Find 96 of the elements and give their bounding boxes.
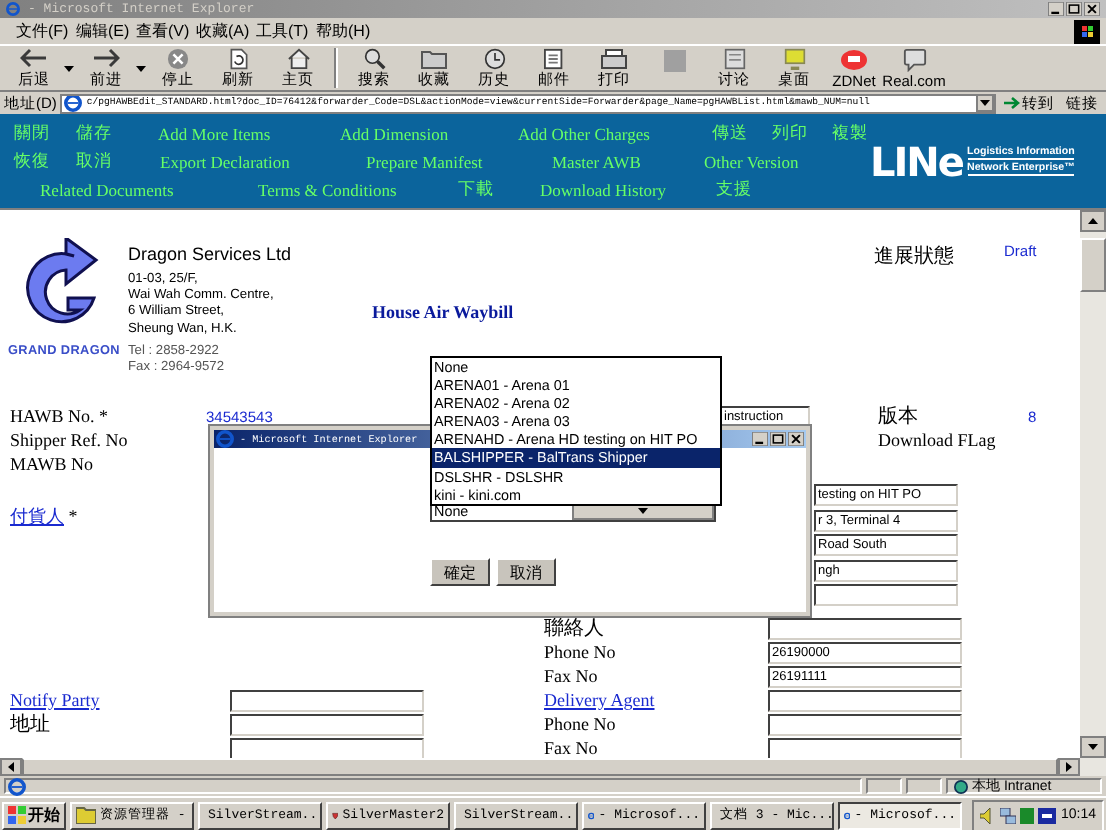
- folder-icon: [76, 806, 96, 824]
- field-label: Phone No: [544, 642, 616, 662]
- input-field[interactable]: [814, 584, 958, 606]
- start-button[interactable]: 开始: [2, 801, 66, 829]
- nav-link[interactable]: Add Dimension: [340, 124, 449, 144]
- scroll-up-icon[interactable]: [1088, 218, 1098, 224]
- network-icon[interactable]: [1000, 807, 1017, 823]
- nav-link[interactable]: 下載: [458, 178, 494, 198]
- keyboard-icon[interactable]: [1038, 807, 1057, 823]
- page-icon: [64, 95, 83, 111]
- discussion-icon: [721, 47, 747, 69]
- minimize-icon[interactable]: [752, 432, 768, 446]
- browser-icon: [6, 2, 20, 16]
- dropdown-arrow-icon[interactable]: [980, 100, 990, 106]
- input-field[interactable]: [768, 689, 962, 711]
- menu-item[interactable]: 文件(F): [16, 20, 76, 42]
- square-icon[interactable]: [1020, 807, 1035, 823]
- search-icon: [361, 47, 387, 69]
- input-field[interactable]: [768, 737, 962, 758]
- input-field[interactable]: [230, 737, 424, 758]
- page-icon: [8, 777, 26, 795]
- dropdown-arrow-icon[interactable]: [638, 508, 648, 514]
- document-title: House Air Waybill: [372, 302, 514, 322]
- menu-item[interactable]: 工具(T): [256, 20, 316, 42]
- version-label: 版本: [878, 406, 918, 428]
- field-label: Fax No: [544, 666, 598, 686]
- menu-item[interactable]: 收藏(A): [196, 20, 256, 42]
- scroll-thumb[interactable]: [1080, 238, 1106, 292]
- status-panel: [866, 778, 902, 794]
- menu-item[interactable]: 帮助(H): [316, 20, 376, 42]
- nav-link[interactable]: Prepare Manifest: [366, 152, 483, 172]
- dialog-button[interactable]: 取消: [496, 558, 556, 586]
- nav-link[interactable]: 取消: [76, 150, 112, 170]
- nav-link[interactable]: Terms & Conditions: [258, 180, 397, 200]
- nav-link[interactable]: 複製: [832, 122, 868, 142]
- status-panel: [906, 778, 942, 794]
- company-name: Dragon Services Ltd: [128, 244, 294, 264]
- arrow-icon: [1004, 96, 1020, 110]
- field-label: Phone No: [544, 714, 616, 734]
- field-link[interactable]: Notify Party: [10, 690, 100, 710]
- nav-link[interactable]: Related Documents: [40, 180, 174, 200]
- input-field[interactable]: [230, 713, 424, 735]
- nav-link[interactable]: 恢復: [14, 150, 50, 170]
- input-field[interactable]: [768, 617, 962, 639]
- nav-link[interactable]: 儲存: [76, 122, 112, 142]
- field-label: 聯絡人: [544, 618, 604, 640]
- close-icon[interactable]: [1084, 2, 1100, 16]
- input-field[interactable]: [230, 689, 424, 711]
- globe-icon: [954, 779, 968, 793]
- brand-wordmark: LINe: [870, 137, 963, 185]
- vertical-scrollbar[interactable]: [1080, 210, 1106, 758]
- nav-link[interactable]: 列印: [772, 122, 808, 142]
- windows-logo-icon: [8, 806, 26, 824]
- nav-link[interactable]: Master AWB: [552, 152, 641, 172]
- desktop-icon: [781, 47, 807, 69]
- nav-link[interactable]: Other Version: [704, 152, 799, 172]
- speech-bubble-icon: [901, 47, 927, 71]
- forward-arrow-icon: [92, 47, 120, 67]
- back-arrow-icon: [20, 47, 48, 67]
- field-label: Fax No: [544, 738, 598, 758]
- maximize-icon[interactable]: [1066, 2, 1082, 16]
- menu-item[interactable]: 编辑(E): [76, 20, 136, 42]
- field-label: Shipper Ref. No: [10, 430, 130, 450]
- field-link[interactable]: Delivery Agent: [544, 690, 655, 710]
- scroll-down-icon[interactable]: [1088, 744, 1098, 750]
- folder-icon: [420, 47, 448, 69]
- nav-link[interactable]: 支援: [716, 178, 752, 198]
- maximize-icon[interactable]: [770, 432, 786, 446]
- zdnet-icon: [840, 47, 868, 71]
- menu-item[interactable]: 查看(V): [136, 20, 196, 42]
- status-label: 進展狀態: [874, 243, 954, 270]
- scroll-left-icon[interactable]: [8, 762, 14, 772]
- minimize-icon[interactable]: [1048, 2, 1064, 16]
- scroll-right-icon[interactable]: [1066, 762, 1072, 772]
- browser-icon: [216, 430, 234, 448]
- nav-link[interactable]: 傳送: [712, 122, 748, 142]
- speaker-icon[interactable]: [980, 807, 997, 823]
- house-icon: [285, 47, 311, 69]
- download-flag-label: Download FLag: [878, 430, 996, 450]
- nav-link[interactable]: Add More Items: [158, 124, 271, 144]
- nav-link[interactable]: Download History: [540, 180, 667, 200]
- field-label: MAWB No: [10, 454, 96, 474]
- dropdown-caret-icon[interactable]: [136, 65, 146, 71]
- shipper-link[interactable]: 付貨人: [10, 506, 64, 526]
- field-label: 地址: [10, 714, 50, 736]
- clock-icon: [481, 47, 507, 69]
- close-icon[interactable]: [788, 432, 804, 446]
- required-mark: *: [68, 506, 78, 526]
- field-label: HAWB No. *: [10, 406, 111, 426]
- nav-link[interactable]: 關閉: [14, 122, 50, 142]
- input-field[interactable]: [768, 713, 962, 735]
- dialog-button[interactable]: 確定: [430, 558, 490, 586]
- horizontal-scrollbar[interactable]: [0, 758, 1106, 776]
- nav-link[interactable]: Export Declaration: [160, 152, 290, 172]
- dropdown-caret-icon[interactable]: [64, 65, 74, 71]
- nav-link[interactable]: Add Other Charges: [518, 124, 650, 144]
